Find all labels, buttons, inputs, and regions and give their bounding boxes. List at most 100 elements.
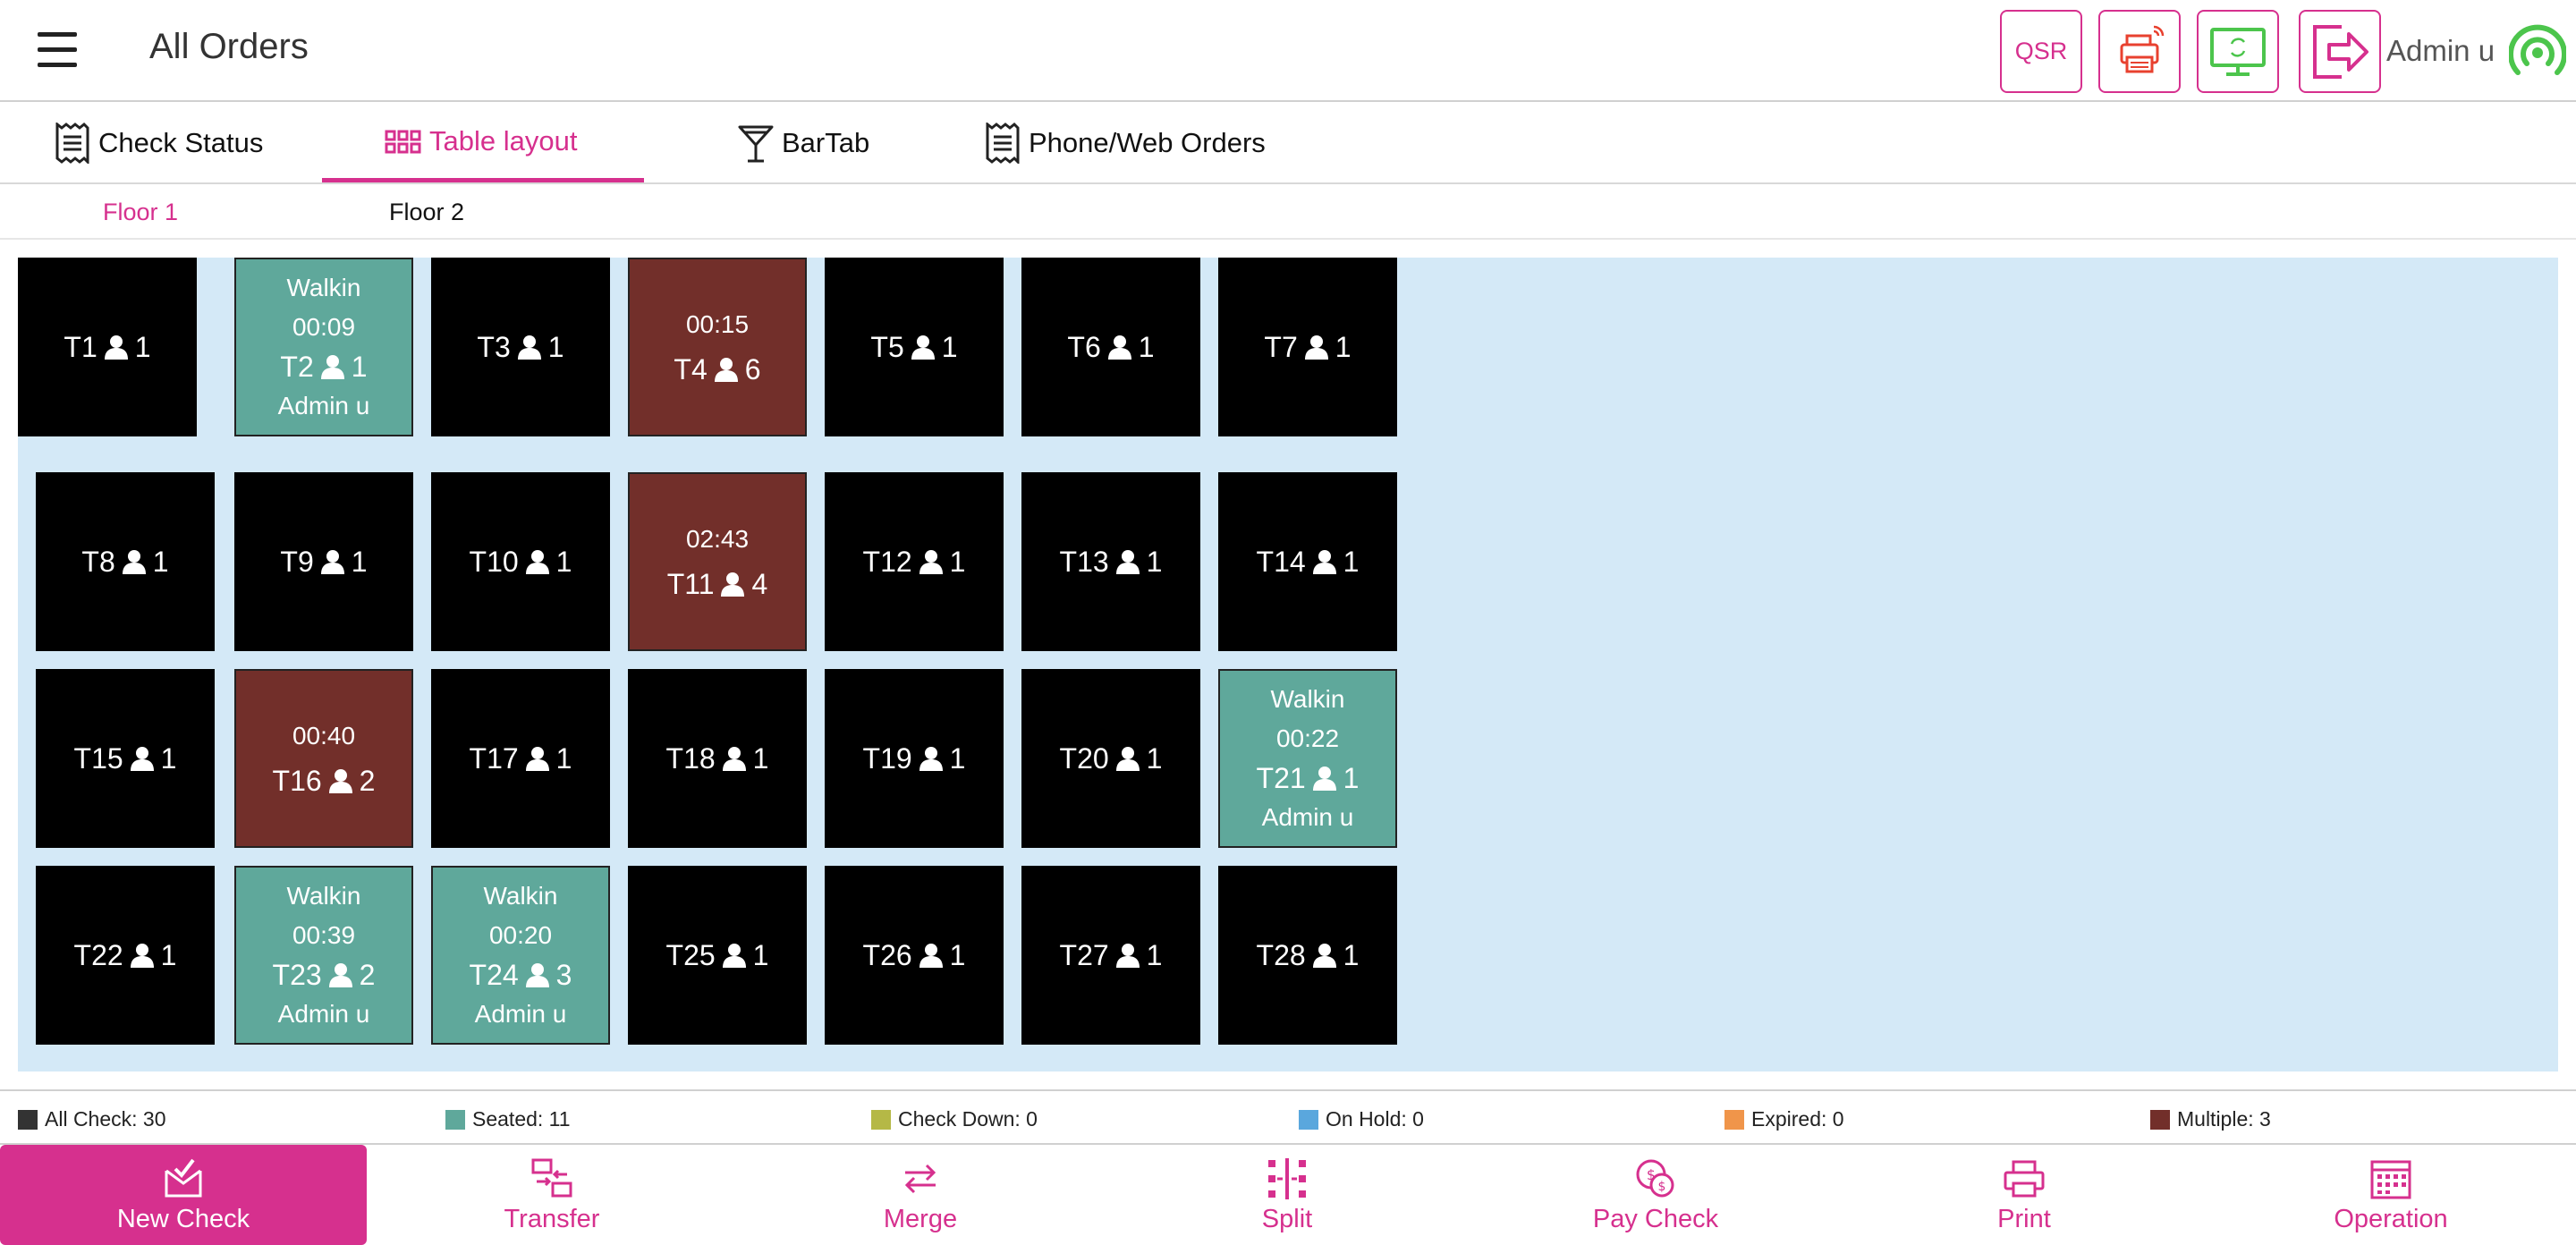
guest-icon (1114, 746, 1141, 771)
table-t17[interactable]: T17 1 (431, 669, 610, 848)
table-label: T5 (870, 331, 904, 363)
table-t13[interactable]: T13 1 (1021, 472, 1200, 651)
table-t10[interactable]: T10 1 (431, 472, 610, 651)
table-t2[interactable]: Walkin 00:09 T2 1 Admin u (234, 258, 413, 436)
user-name[interactable]: Admin u (2386, 34, 2495, 68)
guest-icon (918, 549, 945, 574)
guest-count: 4 (751, 568, 768, 600)
table-t4[interactable]: 00:15 T4 6 (628, 258, 807, 436)
guest-icon (1303, 335, 1330, 360)
pay-check-button[interactable]: $ $ Pay Check (1472, 1145, 1839, 1245)
cocktail-glass-icon (738, 125, 774, 163)
table-t1[interactable]: T1 1 (18, 258, 197, 436)
table-t8[interactable]: T8 1 (36, 472, 215, 651)
elapsed-time: 00:09 (292, 313, 356, 341)
table-name: T19 1 (863, 739, 966, 778)
table-t20[interactable]: T20 1 (1021, 669, 1200, 848)
table-label: T21 (1256, 762, 1306, 794)
split-button[interactable]: Split (1104, 1145, 1470, 1245)
print-button[interactable]: Print (1841, 1145, 2207, 1245)
hamburger-menu-icon[interactable] (38, 32, 77, 72)
qsr-label: QSR (2014, 38, 2068, 64)
elapsed-time: 00:15 (685, 310, 750, 338)
order-type: Walkin (286, 882, 361, 910)
table-t28[interactable]: T28 1 (1218, 866, 1397, 1045)
guest-icon (319, 354, 346, 379)
guest-icon (524, 962, 551, 987)
legend-label: Seated: 11 (472, 1107, 571, 1131)
table-t12[interactable]: T12 1 (825, 472, 1004, 651)
server-name: Admin u (1261, 803, 1354, 831)
table-t16[interactable]: 00:40 T16 2 (234, 669, 413, 848)
guest-icon (713, 357, 740, 382)
guest-count: 1 (1138, 331, 1155, 363)
tab-phone-web-orders[interactable]: Phone/Web Orders (984, 104, 1266, 182)
table-t27[interactable]: T27 1 (1021, 866, 1200, 1045)
table-name: T8 1 (81, 542, 168, 581)
monitor-sync-icon (2210, 27, 2266, 76)
transfer-button[interactable]: Transfer (369, 1145, 735, 1245)
table-t26[interactable]: T26 1 (825, 866, 1004, 1045)
qsr-button[interactable]: QSR (2000, 10, 2082, 93)
table-name: T27 1 (1060, 936, 1163, 975)
table-t9[interactable]: T9 1 (234, 472, 413, 651)
guest-count: 1 (949, 546, 966, 578)
guest-count: 1 (152, 546, 169, 578)
logout-button[interactable] (2299, 10, 2381, 93)
action-bar: New Check Transfer Merge Split $ $ Pay Ch… (0, 1145, 2576, 1245)
table-t14[interactable]: T14 1 (1218, 472, 1397, 651)
floor-tab-2[interactable]: Floor 2 (389, 199, 464, 226)
new-check-button[interactable]: New Check (0, 1145, 367, 1245)
legend-label: On Hold: 0 (1326, 1107, 1424, 1131)
table-t3[interactable]: T3 1 (431, 258, 610, 436)
floor-tab-1[interactable]: Floor 1 (103, 199, 178, 226)
table-t5[interactable]: T5 1 (825, 258, 1004, 436)
table-t7[interactable]: T7 1 (1218, 258, 1397, 436)
guest-icon (721, 943, 748, 968)
guest-count: 1 (555, 546, 572, 578)
table-t19[interactable]: T19 1 (825, 669, 1004, 848)
tab-bartab[interactable]: BarTab (737, 104, 869, 182)
table-t18[interactable]: T18 1 (628, 669, 807, 848)
status-legend: All Check: 30 Seated: 11 Check Down: 0 On H… (0, 1089, 2576, 1145)
main-tabs: Check Status Table layout BarTab Phone/W… (0, 104, 2576, 184)
table-name: T3 1 (477, 327, 564, 367)
tab-check-status[interactable]: Check Status (54, 104, 263, 182)
guest-icon (1106, 335, 1133, 360)
calendar-icon (2370, 1160, 2411, 1198)
legend-label: Expired: 0 (1751, 1107, 1844, 1131)
action-label: Split (1261, 1204, 1313, 1233)
operation-button[interactable]: Operation (2207, 1145, 2574, 1245)
legend-item: On Hold: 0 (1299, 1107, 1424, 1131)
table-name: T7 1 (1264, 327, 1351, 367)
guest-count: 3 (555, 959, 572, 991)
elapsed-time: 00:22 (1275, 724, 1340, 752)
receipt-icon (986, 123, 1020, 164)
table-t23[interactable]: Walkin 00:39 T23 2 Admin u (234, 866, 413, 1045)
display-sync-button[interactable] (2197, 10, 2279, 93)
table-t6[interactable]: T6 1 (1021, 258, 1200, 436)
table-t22[interactable]: T22 1 (36, 866, 215, 1045)
table-t24[interactable]: Walkin 00:20 T24 3 Admin u (431, 866, 610, 1045)
guest-count: 1 (949, 742, 966, 775)
table-label: T18 (665, 742, 716, 775)
printer-status-button[interactable] (2098, 10, 2181, 93)
svg-text:$: $ (1647, 1166, 1656, 1183)
svg-text:$: $ (1658, 1180, 1666, 1194)
merge-button[interactable]: Merge (737, 1145, 1104, 1245)
legend-item: All Check: 30 (18, 1107, 166, 1131)
table-t21[interactable]: Walkin 00:22 T21 1 Admin u (1218, 669, 1397, 848)
table-t25[interactable]: T25 1 (628, 866, 807, 1045)
elapsed-time: 00:40 (292, 722, 356, 750)
guest-count: 1 (160, 742, 177, 775)
tab-table-layout[interactable]: Table layout (322, 104, 644, 182)
action-label: Merge (883, 1204, 958, 1233)
wireless-printer-icon (2120, 25, 2165, 72)
table-label: T24 (469, 959, 519, 991)
action-label: Transfer (504, 1204, 600, 1233)
table-t15[interactable]: T15 1 (36, 669, 215, 848)
table-t11[interactable]: 02:43 T11 4 (628, 472, 807, 651)
guest-count: 1 (949, 939, 966, 971)
table-name: T9 1 (280, 542, 367, 581)
guest-count: 6 (744, 353, 761, 385)
